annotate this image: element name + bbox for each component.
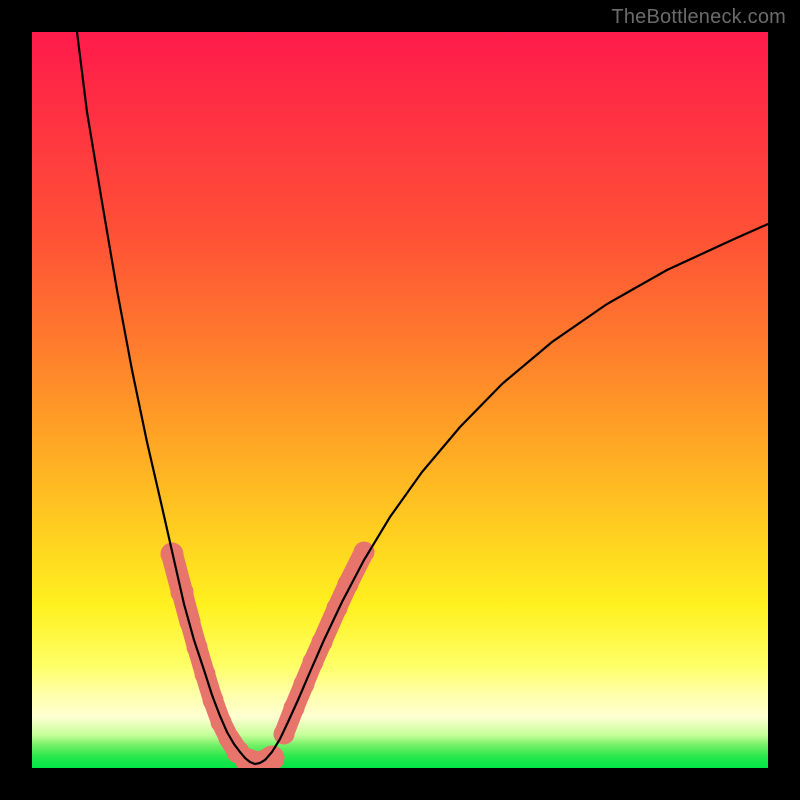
- plot-area: [32, 32, 768, 768]
- chart-frame: TheBottleneck.com: [0, 0, 800, 800]
- marker-right-cluster: [274, 542, 374, 744]
- bottleneck-curve: [77, 32, 768, 764]
- marker-layer: [161, 542, 374, 768]
- chart-svg: [32, 32, 768, 768]
- marker-left-cluster: [161, 543, 249, 763]
- watermark-text: TheBottleneck.com: [611, 6, 786, 29]
